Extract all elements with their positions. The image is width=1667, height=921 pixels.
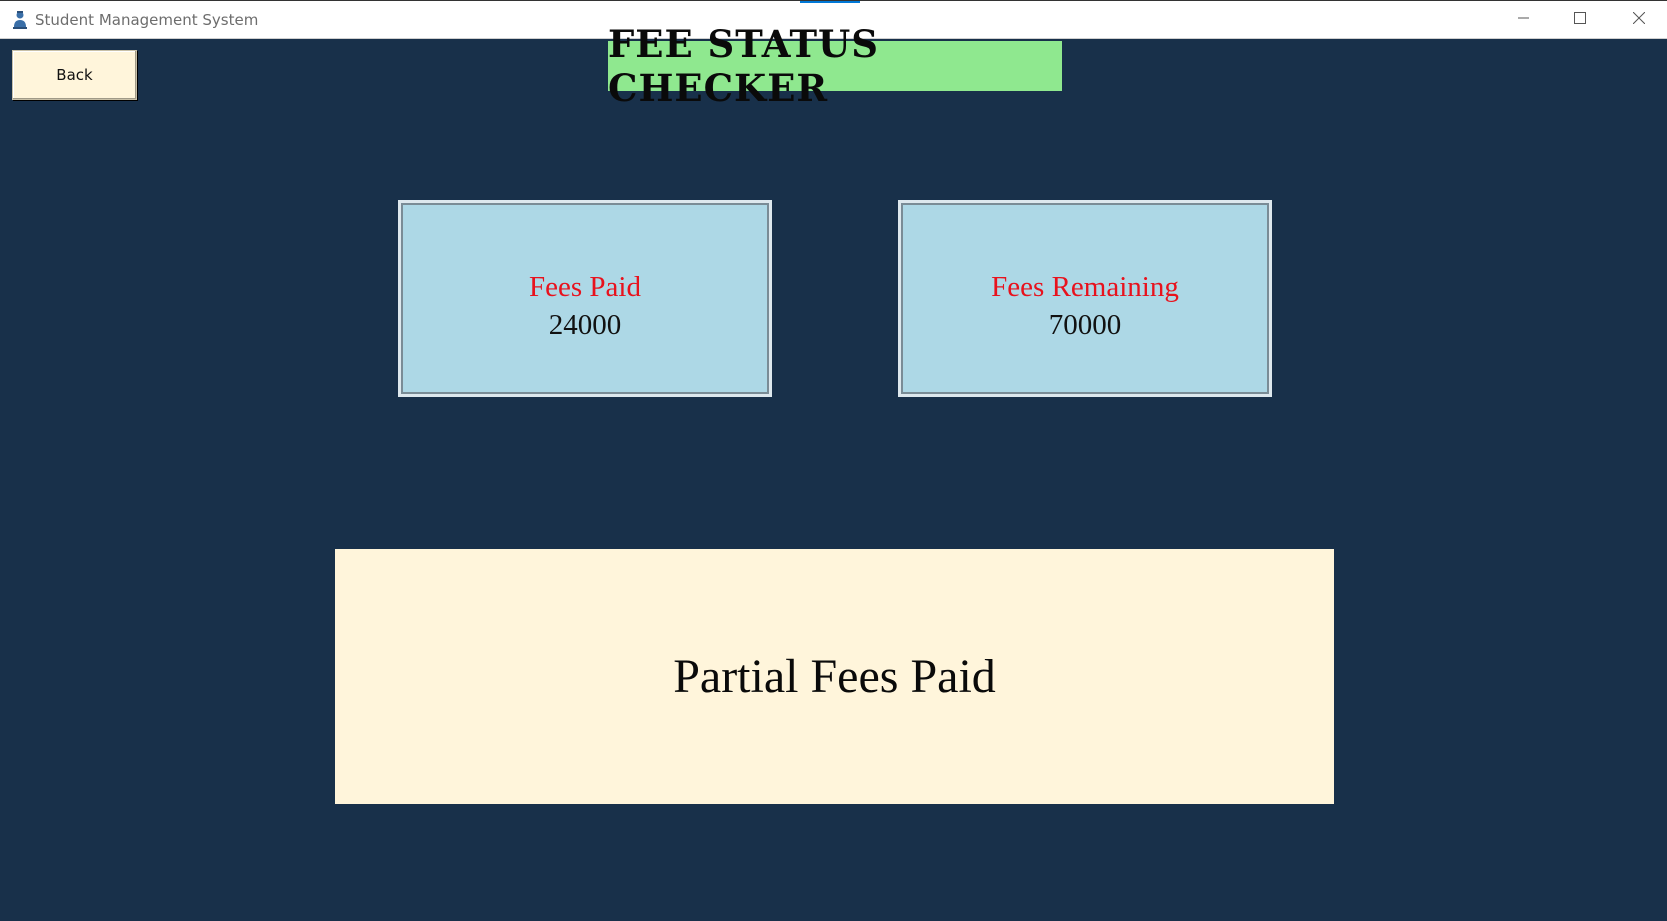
- maximize-icon: [1574, 11, 1586, 29]
- student-user-icon: [11, 10, 29, 30]
- close-icon: [1632, 11, 1646, 29]
- minimize-icon: [1518, 11, 1530, 29]
- page-title: FEE STATUS CHECKER: [608, 22, 1062, 110]
- fee-status-message: Partial Fees Paid: [335, 549, 1334, 804]
- fees-remaining-label: Fees Remaining: [991, 271, 1179, 303]
- back-button[interactable]: Back: [12, 50, 137, 100]
- fees-paid-card: Fees Paid 24000: [398, 200, 772, 397]
- titlebar-accent: [800, 1, 860, 3]
- fees-paid-value: 24000: [548, 309, 622, 341]
- main-content: Back FEE STATUS CHECKER Fees Paid 24000 …: [0, 22, 1667, 921]
- window-title: Student Management System: [35, 11, 259, 29]
- maximize-button[interactable]: [1552, 1, 1608, 39]
- fees-remaining-card: Fees Remaining 70000: [898, 200, 1272, 397]
- fees-paid-label: Fees Paid: [529, 271, 641, 303]
- close-button[interactable]: [1611, 1, 1667, 39]
- minimize-button[interactable]: [1496, 1, 1552, 39]
- fees-remaining-value: 70000: [1048, 309, 1122, 341]
